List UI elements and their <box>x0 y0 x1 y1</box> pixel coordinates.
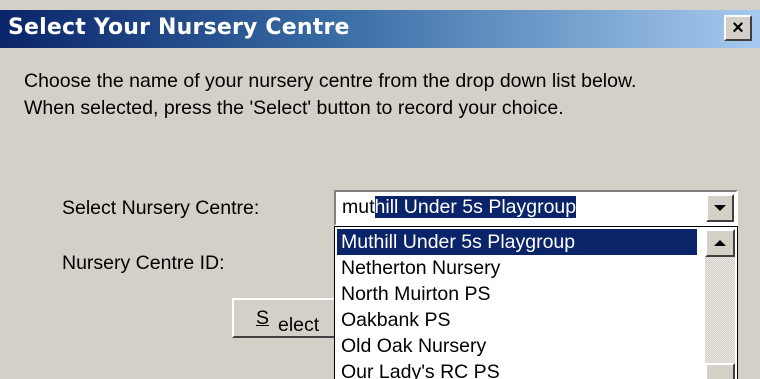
close-button[interactable]: × <box>724 15 752 41</box>
dropdown-arrow-button[interactable] <box>706 194 734 222</box>
dropdown-list[interactable]: Muthill Under 5s Playgroup Netherton Nurs… <box>334 226 738 379</box>
nursery-centre-dialog: Select Your Nursery Centre × Choose the … <box>0 0 760 379</box>
combobox-input[interactable]: muthill Under 5s Playgroup <box>342 196 577 219</box>
typed-text: mut <box>342 196 375 218</box>
dropdown-option[interactable]: Old Oak Nursery <box>337 333 697 359</box>
centre-id-label: Nursery Centre ID: <box>62 252 225 274</box>
title-bar[interactable]: Select Your Nursery Centre × <box>0 10 760 48</box>
select-centre-label: Select Nursery Centre: <box>62 197 260 219</box>
select-button-label: Select <box>256 307 320 336</box>
chevron-up-icon <box>714 240 726 246</box>
dropdown-option[interactable]: Muthill Under 5s Playgroup <box>337 229 697 255</box>
dropdown-option[interactable]: Oakbank PS <box>337 307 697 333</box>
scroll-up-button[interactable] <box>705 229 735 257</box>
chevron-down-icon <box>714 205 726 211</box>
dropdown-option[interactable]: Our Lady's RC PS <box>337 359 697 379</box>
instructions: Choose the name of your nursery centre f… <box>24 68 754 122</box>
close-icon: × <box>732 17 744 39</box>
autocomplete-selection: hill Under 5s Playgroup <box>374 196 577 218</box>
scroll-thumb[interactable] <box>705 363 735 379</box>
dropdown-option[interactable]: North Muirton PS <box>337 281 697 307</box>
dropdown-scrollbar[interactable] <box>705 229 735 379</box>
dialog-title: Select Your Nursery Centre <box>8 15 350 40</box>
instructions-line-2: When selected, press the 'Select' button… <box>24 97 564 119</box>
dropdown-option[interactable]: Netherton Nursery <box>337 255 697 281</box>
nursery-centre-combobox[interactable]: muthill Under 5s Playgroup <box>334 190 738 226</box>
instructions-line-1: Choose the name of your nursery centre f… <box>24 70 637 92</box>
